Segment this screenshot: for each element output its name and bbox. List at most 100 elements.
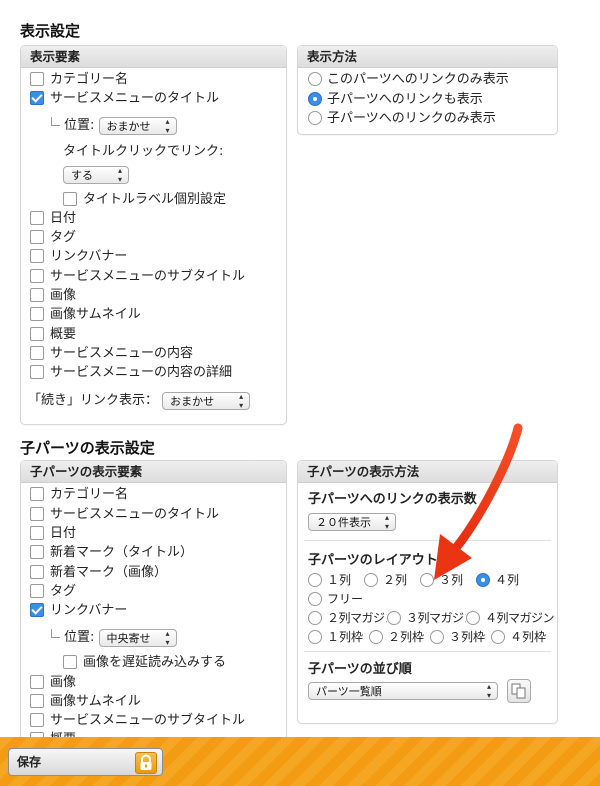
checkbox-row[interactable]: 日付 (30, 524, 76, 543)
checkbox[interactable] (30, 248, 44, 263)
checkbox[interactable] (30, 306, 44, 321)
radio-button[interactable] (308, 110, 322, 125)
radio-button[interactable] (387, 610, 401, 625)
checkbox-row[interactable]: タグ (30, 228, 76, 247)
radio-button[interactable] (308, 91, 322, 106)
checkbox-row[interactable]: タイトルラベル個別設定 (63, 190, 226, 209)
checkbox[interactable] (30, 506, 44, 521)
continue-link-select[interactable]: おまかせ (162, 388, 251, 415)
radio-row[interactable]: 子パーツへのリンクも表示 (308, 90, 483, 109)
sort-order-button[interactable] (507, 679, 531, 703)
radio-label: 子パーツへのリンクも表示 (327, 92, 483, 107)
checkbox[interactable] (30, 544, 44, 559)
radio-button[interactable] (491, 629, 505, 644)
checkbox[interactable] (30, 287, 44, 302)
checkbox-label: タグ (50, 584, 77, 599)
lock-icon (135, 752, 157, 774)
checkbox-row[interactable]: 新着マーク（タイトル） (30, 543, 193, 562)
position-row: 位置: 中央寄せ (51, 625, 177, 652)
checkbox-label: サービスメニューのサブタイトル (50, 713, 246, 728)
radio-button[interactable] (308, 629, 322, 644)
checkbox[interactable] (30, 210, 44, 225)
save-button[interactable]: 保存 (8, 748, 163, 776)
checkbox-row[interactable]: タグ (30, 582, 76, 601)
sub-item-arrow-icon (51, 117, 60, 126)
title-click-select[interactable]: する (63, 162, 129, 189)
link-count-select[interactable]: ２０件表示 (308, 509, 396, 536)
radio-button[interactable] (308, 610, 322, 625)
layout-option[interactable]: ２列枠 (369, 629, 430, 644)
checkbox[interactable] (30, 564, 44, 579)
checkbox[interactable] (30, 486, 44, 501)
checkbox-row[interactable]: 新着マーク（画像） (30, 563, 167, 582)
checkbox-row[interactable]: リンクバナー (30, 601, 127, 620)
radio-row[interactable]: このパーツへのリンクのみ表示 (308, 70, 509, 89)
layout-option[interactable]: １列枠 (308, 629, 369, 644)
radio-label: ３列枠 (449, 630, 486, 644)
order-select[interactable]: パーツ一覧順 (308, 678, 498, 705)
radio-row[interactable]: 子パーツへのリンクのみ表示 (308, 109, 496, 128)
checkbox[interactable] (30, 268, 44, 283)
checkbox[interactable] (30, 326, 44, 341)
title-click-row: する (63, 162, 129, 189)
child-elements-header: 子パーツの表示要素 (21, 461, 286, 483)
checkbox-label: 日付 (50, 526, 77, 541)
checkbox-row[interactable]: サービスメニューの内容の詳細 (30, 363, 232, 382)
radio-button[interactable] (369, 629, 383, 644)
checkbox-label: 日付 (50, 211, 77, 226)
checkbox[interactable] (30, 712, 44, 727)
checkbox[interactable] (30, 364, 44, 379)
checkbox-row[interactable]: 画像サムネイル (30, 305, 141, 324)
checkbox[interactable] (30, 583, 44, 598)
checkbox-row[interactable]: サービスメニューのサブタイトル (30, 711, 245, 730)
position-select[interactable]: 中央寄せ (98, 625, 177, 652)
checkbox[interactable] (30, 71, 44, 86)
checkbox-label: 画像サムネイル (50, 694, 141, 709)
checkbox[interactable] (30, 90, 44, 105)
checkbox[interactable] (30, 602, 44, 617)
checkbox[interactable] (30, 674, 44, 689)
checkbox-row[interactable]: 概要 (30, 325, 76, 344)
checkbox-row[interactable]: リンクバナー (30, 247, 127, 266)
checkbox-row[interactable]: サービスメニューのタイトル (30, 505, 219, 524)
checkbox[interactable] (30, 229, 44, 244)
layout-option[interactable]: ２列マガジン (308, 610, 387, 625)
layout-option[interactable]: ２列 (364, 572, 420, 587)
checkbox[interactable] (30, 345, 44, 360)
checkbox-row[interactable]: 画像 (30, 673, 76, 692)
radio-button[interactable] (364, 572, 378, 587)
display-settings-title: 表示設定 (20, 22, 81, 40)
checkbox-row[interactable]: サービスメニューの内容 (30, 344, 193, 363)
radio-button[interactable] (430, 629, 444, 644)
radio-button[interactable] (308, 572, 322, 587)
position-select[interactable]: おまかせ (98, 113, 177, 140)
checkbox-row[interactable]: 日付 (30, 209, 76, 228)
title-click-label: タイトルクリックでリンク: (63, 144, 224, 159)
checkbox[interactable] (30, 525, 44, 540)
layout-option[interactable]: １列 (308, 572, 364, 587)
layout-option[interactable]: ４列マガジン (466, 610, 557, 625)
layout-option[interactable]: ３列マガジン (387, 610, 466, 625)
radio-label: ３列マガジン (406, 611, 466, 625)
checkbox-row[interactable]: サービスメニューのサブタイトル (30, 267, 245, 286)
checkbox-row[interactable]: カテゴリー名 (30, 485, 128, 504)
checkbox-label: 画像を遅延読み込みする (83, 655, 227, 670)
radio-label: ２列マガジン (327, 611, 387, 625)
settings-page: 表示設定 表示要素 カテゴリー名 サービスメニューのタイトル 位置: おまかせ … (0, 0, 600, 786)
layout-option[interactable]: ３列枠 (430, 629, 491, 644)
checkbox-row[interactable]: カテゴリー名 (30, 70, 128, 89)
checkbox-row[interactable]: サービスメニューのタイトル (30, 89, 219, 108)
checkbox[interactable] (63, 191, 77, 206)
checkbox-label: 画像サムネイル (50, 307, 141, 322)
layout-option[interactable]: フリー (308, 591, 363, 606)
checkbox-row[interactable]: 画像 (30, 286, 76, 305)
radio-button[interactable] (308, 591, 322, 606)
radio-button[interactable] (308, 71, 322, 86)
checkbox-label: 新着マーク（画像） (50, 565, 168, 580)
layout-option[interactable]: ４列枠 (491, 629, 546, 644)
radio-button[interactable] (466, 610, 480, 625)
checkbox-row[interactable]: 画像サムネイル (30, 692, 141, 711)
checkbox[interactable] (30, 693, 44, 708)
checkbox-row[interactable]: 画像を遅延読み込みする (63, 653, 226, 672)
checkbox[interactable] (63, 654, 77, 669)
